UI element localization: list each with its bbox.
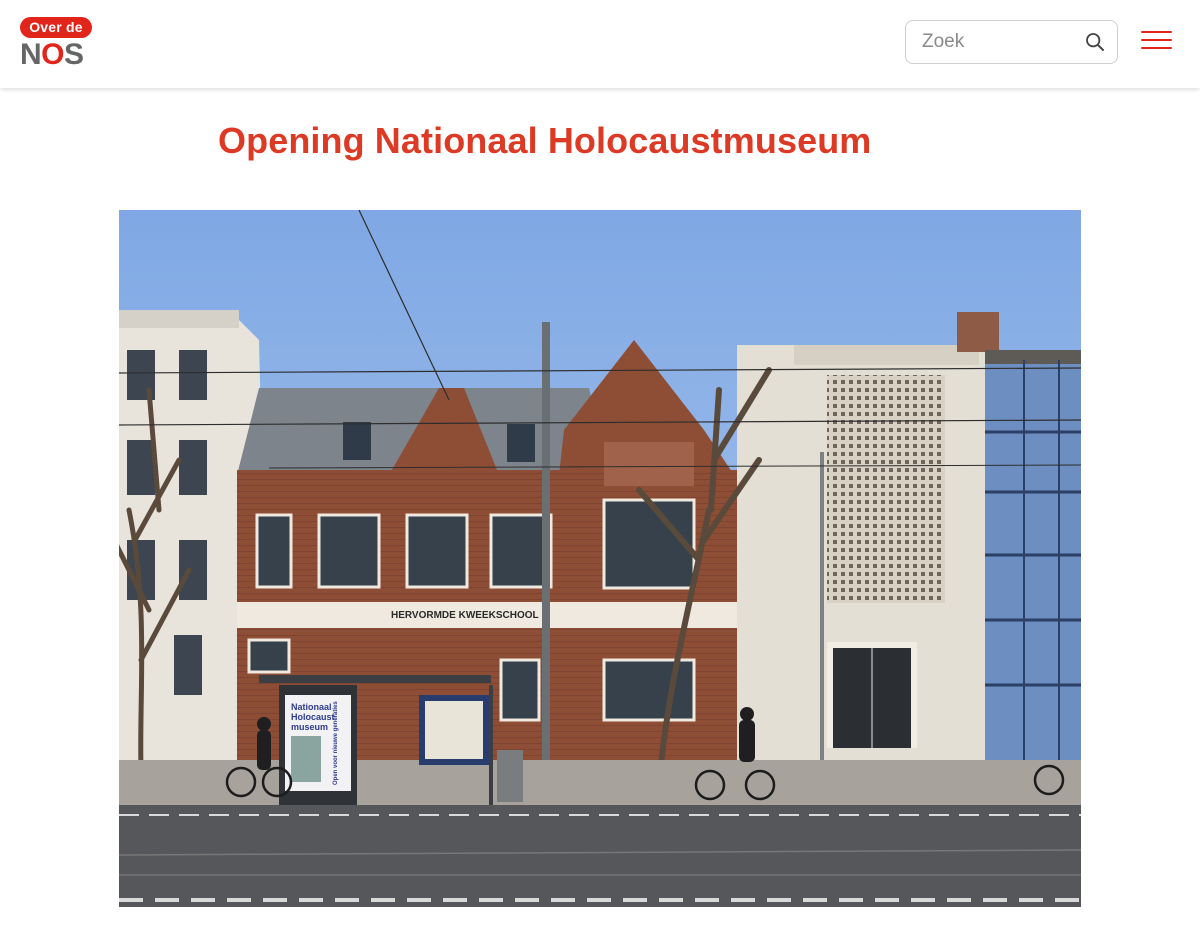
article-title: Opening Nationaal Holocaustmuseum — [218, 120, 872, 161]
search-box — [905, 20, 1118, 64]
hero-photo-illustration: HERVORMDE KWEEKSCHOOL Nationaal Holocaus… — [119, 210, 1081, 907]
logo-pill-text: Over de — [20, 17, 92, 38]
poster-tagline: Open voor nieuwe generaties — [333, 701, 339, 785]
site-header: Over de NOS — [0, 0, 1200, 88]
menu-bar-middle — [1141, 39, 1172, 41]
poster-line-2: Holocaust — [291, 712, 335, 722]
search-icon[interactable] — [1085, 32, 1105, 52]
museum-building — [737, 312, 999, 760]
logo-letter-o: O — [41, 38, 65, 71]
nos-logo[interactable]: Over de NOS — [20, 17, 94, 71]
search-input[interactable] — [922, 29, 1072, 55]
hero-image: HERVORMDE KWEEKSCHOOL Nationaal Holocaus… — [119, 210, 1081, 907]
menu-bar-top — [1141, 31, 1172, 33]
poster-line-1: Nationaal — [291, 702, 332, 712]
building-sign-text: HERVORMDE KWEEKSCHOOL — [391, 610, 539, 621]
hamburger-menu-icon[interactable] — [1141, 31, 1173, 53]
logo-wordmark: NOS — [20, 39, 84, 71]
menu-bar-bottom — [1141, 47, 1172, 49]
right-blue-building — [985, 350, 1081, 760]
logo-letter-n: N — [20, 38, 42, 71]
street — [119, 805, 1081, 907]
poster-line-3: museum — [291, 722, 328, 732]
logo-letter-s: S — [64, 38, 84, 71]
